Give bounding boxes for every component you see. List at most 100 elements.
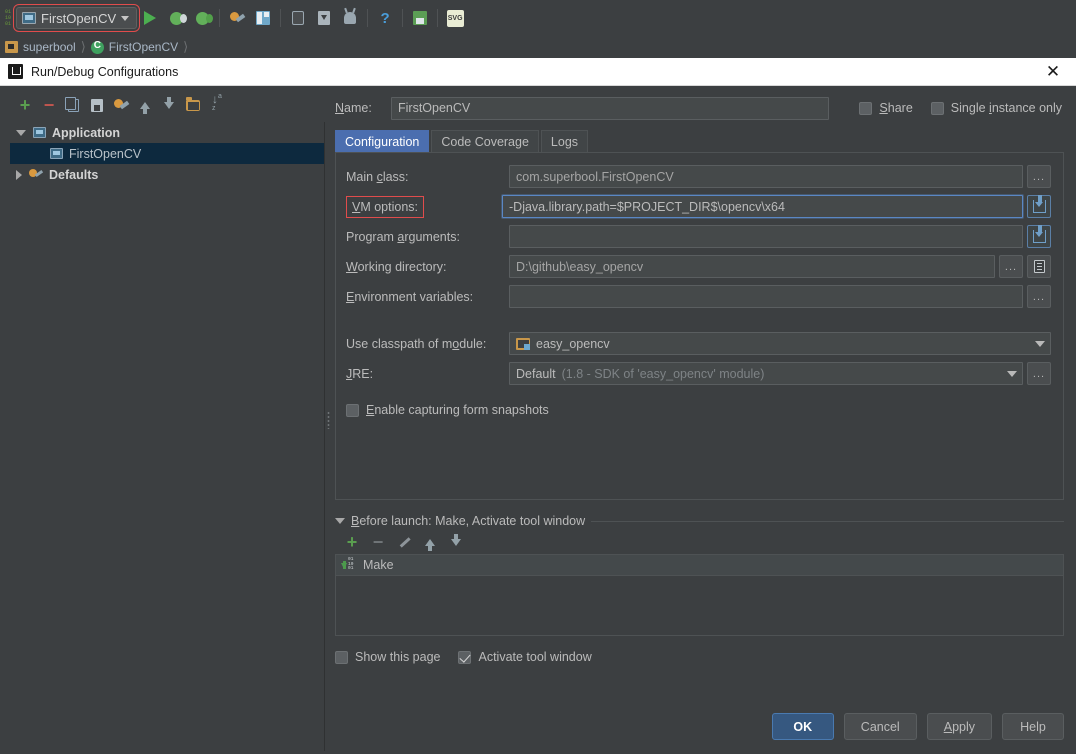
program-arguments-input[interactable] bbox=[509, 225, 1023, 248]
toolbar-separator bbox=[219, 9, 221, 27]
android-device-icon[interactable] bbox=[339, 7, 361, 29]
show-this-page-checkbox[interactable]: Show this page bbox=[335, 650, 440, 664]
vm-options-expand-button[interactable] bbox=[1027, 195, 1051, 218]
tab-label: Code Coverage bbox=[441, 134, 529, 149]
tree-item-defaults[interactable]: Defaults bbox=[10, 164, 324, 185]
tab-label: Logs bbox=[550, 134, 579, 149]
create-folder-button[interactable] bbox=[182, 95, 204, 115]
vm-options-value: -Djava.library.path=$PROJECT_DIR$\opencv… bbox=[509, 199, 785, 214]
program-arguments-expand-button[interactable] bbox=[1027, 225, 1051, 248]
move-task-up-button[interactable] bbox=[419, 532, 441, 552]
debug-icon[interactable] bbox=[165, 7, 187, 29]
move-down-button[interactable] bbox=[158, 95, 180, 115]
tab-code-coverage[interactable]: Code Coverage bbox=[431, 130, 539, 152]
breadcrumb: superbool ⟩ FirstOpenCV ⟩ bbox=[0, 36, 1076, 58]
tab-configuration[interactable]: Configuration bbox=[335, 130, 430, 152]
main-class-label: Main class: bbox=[346, 169, 409, 184]
breadcrumb-label: superbool bbox=[23, 40, 76, 54]
svg-icon[interactable]: SVG bbox=[444, 7, 466, 29]
save-configuration-button[interactable] bbox=[86, 95, 108, 115]
list-item[interactable]: 01 10 01 Make bbox=[336, 555, 1063, 576]
run-configuration-selector[interactable]: FirstOpenCV bbox=[12, 4, 141, 32]
chevron-down-icon[interactable] bbox=[121, 15, 130, 21]
project-structure-icon[interactable] bbox=[226, 7, 248, 29]
working-directory-input[interactable]: D:\github\easy_opencv bbox=[509, 255, 995, 278]
ok-button[interactable]: OK bbox=[771, 713, 834, 740]
working-directory-macros-button[interactable] bbox=[1027, 255, 1051, 278]
name-input[interactable]: FirstOpenCV bbox=[391, 96, 829, 120]
dialog-title: Run/Debug Configurations bbox=[31, 64, 179, 79]
tab-label: Configuration bbox=[345, 134, 420, 149]
checkbox-box-icon bbox=[335, 650, 348, 664]
edit-task-button[interactable] bbox=[393, 532, 415, 552]
make-icon: 01 10 01 bbox=[341, 557, 356, 572]
working-directory-browse-button[interactable]: ... bbox=[999, 255, 1023, 278]
splitter-handle-icon bbox=[326, 411, 330, 429]
apply-button[interactable]: Apply bbox=[926, 713, 992, 740]
jre-browse-button[interactable]: ... bbox=[1027, 362, 1051, 385]
toolbar-separator bbox=[280, 9, 282, 27]
remove-configuration-button[interactable]: − bbox=[38, 95, 60, 115]
add-configuration-button[interactable]: + bbox=[14, 95, 36, 115]
run-icon[interactable] bbox=[139, 7, 161, 29]
share-checkbox[interactable]: Share bbox=[859, 101, 913, 115]
environment-variables-input[interactable] bbox=[509, 285, 1023, 308]
chevron-down-icon[interactable] bbox=[1028, 333, 1050, 354]
add-task-button[interactable]: + bbox=[341, 532, 363, 552]
checkbox-box-icon bbox=[346, 403, 359, 417]
tab-logs[interactable]: Logs bbox=[540, 130, 589, 152]
vm-options-row: VM options: -Djava.library.path=$PROJECT… bbox=[346, 195, 1051, 218]
sync-gradle-icon[interactable] bbox=[313, 7, 335, 29]
move-up-button[interactable] bbox=[134, 95, 156, 115]
before-launch-task-list[interactable]: 01 10 01 Make bbox=[335, 554, 1064, 636]
main-class-input[interactable]: com.superbool.FirstOpenCV bbox=[509, 165, 1023, 188]
application-config-icon bbox=[50, 148, 63, 159]
enable-capturing-form-snapshots-checkbox[interactable]: Enable capturing form snapshots bbox=[346, 403, 1051, 417]
chevron-down-icon[interactable] bbox=[16, 129, 26, 136]
move-task-down-button[interactable] bbox=[445, 532, 467, 552]
run-coverage-icon[interactable] bbox=[191, 7, 213, 29]
use-classpath-combo[interactable]: easy_opencv bbox=[509, 332, 1051, 355]
environment-variables-browse-button[interactable]: ... bbox=[1027, 285, 1051, 308]
vm-options-input[interactable]: -Djava.library.path=$PROJECT_DIR$\opencv… bbox=[502, 195, 1023, 218]
help-button[interactable]: Help bbox=[1002, 713, 1064, 740]
tree-item-application[interactable]: Application bbox=[10, 122, 324, 143]
name-row-options: Share Single instance only bbox=[859, 101, 1064, 115]
before-launch-toolbar: + − bbox=[335, 530, 1064, 554]
checkbox-box-icon bbox=[859, 101, 873, 115]
before-launch-header[interactable]: Before launch: Make, Activate tool windo… bbox=[335, 514, 1064, 528]
chevron-right-icon[interactable] bbox=[16, 169, 22, 180]
program-arguments-label: Program arguments: bbox=[346, 229, 460, 244]
edit-defaults-button[interactable] bbox=[110, 95, 132, 115]
save-all-icon[interactable] bbox=[409, 7, 431, 29]
toolbar-separator bbox=[437, 9, 439, 27]
sort-configurations-button[interactable]: ↓a z bbox=[206, 93, 228, 115]
activate-tool-window-label: Activate tool window bbox=[478, 650, 592, 664]
help-icon[interactable]: ? bbox=[374, 7, 396, 29]
breadcrumb-item-project[interactable]: superbool bbox=[5, 40, 76, 54]
single-instance-checkbox[interactable]: Single instance only bbox=[930, 101, 1062, 115]
jre-combo[interactable]: Default (1.8 - SDK of 'easy_opencv' modu… bbox=[509, 362, 1023, 385]
binary-indicator-icon: 01 10 01 bbox=[4, 9, 11, 27]
checkbox-box-icon bbox=[930, 101, 944, 115]
sdk-manager-icon[interactable] bbox=[252, 7, 274, 29]
copy-configuration-button[interactable] bbox=[62, 95, 84, 115]
chevron-down-icon[interactable] bbox=[335, 518, 345, 524]
avd-manager-icon[interactable] bbox=[287, 7, 309, 29]
use-classpath-row: Use classpath of module: easy_opencv bbox=[346, 332, 1051, 355]
activate-tool-window-checkbox[interactable]: Activate tool window bbox=[458, 650, 592, 664]
jre-row: JRE: Default (1.8 - SDK of 'easy_opencv'… bbox=[346, 362, 1051, 385]
tree-item-firstopencv[interactable]: FirstOpenCV bbox=[10, 143, 324, 164]
dialog-footer: OK Cancel Apply Help bbox=[771, 713, 1064, 740]
chevron-down-icon[interactable] bbox=[1000, 363, 1022, 384]
configurations-tree[interactable]: Application FirstOpenCV Defaults bbox=[10, 122, 325, 754]
tree-item-label: Defaults bbox=[49, 167, 99, 182]
jre-hint: (1.8 - SDK of 'easy_opencv' module) bbox=[561, 366, 765, 381]
remove-task-button[interactable]: − bbox=[367, 532, 389, 552]
breadcrumb-separator-icon: ⟩ bbox=[183, 39, 189, 54]
cancel-button[interactable]: Cancel bbox=[843, 713, 917, 740]
close-icon[interactable]: ✕ bbox=[1030, 58, 1076, 86]
breadcrumb-item-class[interactable]: FirstOpenCV bbox=[90, 40, 178, 54]
checkbox-checked-icon bbox=[458, 650, 472, 664]
main-class-browse-button[interactable]: ... bbox=[1027, 165, 1051, 188]
